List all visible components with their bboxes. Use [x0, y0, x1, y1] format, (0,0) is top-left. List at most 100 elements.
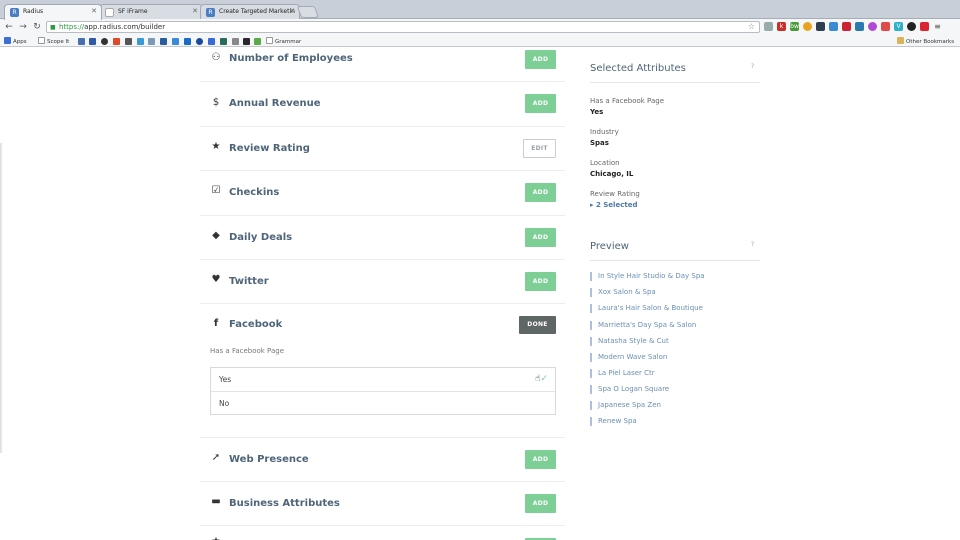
bookmark-icon[interactable] [160, 38, 167, 45]
add-web-presence-button[interactable]: ADD [525, 450, 556, 469]
attribute-row-review-rating: ★ Review Rating EDIT [200, 127, 565, 171]
url-scheme: https:// [59, 23, 85, 31]
tab-radius[interactable]: R Radius ✕ [4, 4, 102, 20]
menu-icon[interactable]: ≡ [933, 22, 942, 31]
bookmark-other-bookmarks[interactable]: Other Bookmarks [897, 37, 954, 46]
preview-item[interactable]: Modern Wave Salon [590, 353, 667, 362]
bw-extension-icon[interactable]: bw [790, 22, 799, 31]
review-rating-expand-link[interactable]: ▸ 2 Selected [590, 201, 640, 209]
red-extension-icon[interactable] [920, 22, 929, 31]
bookmark-icon[interactable] [89, 38, 96, 45]
bookmark-icon[interactable] [113, 38, 120, 45]
preview-item[interactable]: Xox Salon & Spa [590, 288, 656, 297]
preview-item[interactable]: Natasha Style & Cut [590, 337, 669, 346]
bookmark-icon[interactable] [137, 38, 144, 45]
help-icon[interactable]: ? [751, 63, 754, 70]
bookmark-icon[interactable] [184, 38, 191, 45]
tag-extension-icon[interactable] [842, 22, 851, 31]
preview-item[interactable]: Japanese Spa Zen [590, 401, 661, 410]
add-daily-deals-button[interactable]: ADD [525, 228, 556, 247]
flag-extension-icon[interactable] [881, 22, 890, 31]
bookmark-icon[interactable] [125, 38, 132, 45]
option-yes[interactable]: Yes ✓ [211, 368, 555, 391]
browser-toolbar: ← → ↻ ■ https://app.radius.com/builder ☆… [0, 19, 960, 35]
attribute-label: Number of Employees [229, 53, 353, 64]
bookmark-grammar[interactable]: Grammar [266, 37, 301, 46]
bookmark-icon[interactable] [208, 38, 215, 45]
k-extension-icon[interactable]: k [777, 22, 786, 31]
forward-arrow-icon[interactable]: → [17, 21, 29, 33]
preview-panel: Preview ? In Style Hair Studio & Day Spa… [590, 241, 760, 441]
address-bar[interactable]: ■ https://app.radius.com/builder ☆ [46, 21, 760, 33]
pin-extension-icon[interactable] [764, 22, 773, 31]
cursor-icon: ➚ [211, 452, 221, 463]
profile-extension-icon[interactable] [907, 22, 916, 31]
preview-item[interactable]: Spa O Logan Square [590, 385, 669, 394]
facebook-sub-label: Has a Facebook Page [210, 347, 285, 355]
circle-extension-icon[interactable] [803, 22, 812, 31]
new-tab-button[interactable] [296, 6, 320, 18]
selected-attributes-panel: Selected Attributes ? Has a Facebook Pag… [590, 63, 760, 213]
bookmark-icon[interactable] [220, 38, 227, 45]
attribute-label: Review Rating [229, 143, 310, 154]
layers-extension-icon[interactable] [816, 22, 825, 31]
bookmark-icon[interactable] [172, 38, 179, 45]
bookmark-icon[interactable] [232, 38, 239, 45]
github-icon[interactable] [101, 38, 108, 45]
edit-review-rating-button[interactable]: EDIT [523, 139, 556, 158]
tab-title: Radius [23, 8, 44, 15]
help-icon[interactable]: ? [751, 241, 754, 248]
bookmark-star-icon[interactable]: ☆ [748, 22, 755, 32]
preview-title: Preview ? [590, 241, 760, 261]
checkbox-icon: ☑ [211, 185, 221, 196]
v-extension-icon[interactable]: V [894, 22, 903, 31]
bookmark-icon[interactable] [254, 38, 261, 45]
bookmark-icon[interactable] [78, 38, 85, 45]
bookmark-apps[interactable]: Apps [4, 37, 27, 46]
bookmark-scope-it[interactable]: Scope It [38, 37, 69, 46]
preview-item[interactable]: In Style Hair Studio & Day Spa [590, 272, 705, 281]
globe-extension-icon[interactable] [855, 22, 864, 31]
attribute-row-number-of-employees: ⚇ Number of Employees ADD [200, 48, 565, 82]
tab-sf-iframe[interactable]: SF iFrame ✕ [99, 4, 203, 20]
attribute-label: Facebook [229, 319, 283, 330]
back-arrow-icon[interactable]: ← [3, 21, 15, 33]
attribute-row-checkins: ☑ Checkins ADD [200, 171, 565, 216]
add-checkins-button[interactable]: ADD [525, 183, 556, 202]
attribute-label: Twitter [229, 276, 269, 287]
attribute-row-facebook: f Facebook DONE Has a Facebook Page Yes … [200, 304, 565, 438]
attribute-label: Business Attributes [229, 498, 340, 509]
tab-title: Create Targeted Marketin [219, 8, 295, 15]
add-twitter-button[interactable]: ADD [525, 272, 556, 291]
reload-icon[interactable]: ↻ [31, 21, 43, 33]
mouse-pointer-icon: ☝ [535, 374, 541, 384]
done-facebook-button[interactable]: DONE [519, 316, 556, 334]
preview-item[interactable]: Marrietta's Day Spa & Salon [590, 321, 696, 330]
preview-item[interactable]: Laura's Hair Salon & Boutique [590, 304, 703, 313]
radius-favicon-icon: R [10, 8, 19, 17]
attribute-row-partial: ★ [200, 526, 565, 540]
bookmark-icon[interactable] [148, 38, 155, 45]
tab-create-targeted-marketing[interactable]: R Create Targeted Marketin ✕ [200, 4, 300, 20]
option-label: Yes [219, 375, 232, 384]
bookmark-icon[interactable] [243, 38, 250, 45]
preview-item[interactable]: Renew Spa [590, 417, 637, 426]
close-icon[interactable]: ✕ [91, 7, 97, 15]
lock-icon: ■ [50, 24, 56, 31]
square-extension-icon[interactable] [829, 22, 838, 31]
close-icon[interactable]: ✕ [192, 7, 198, 15]
bookmark-icon[interactable] [196, 38, 203, 45]
side-panel-edge [0, 143, 3, 453]
page-icon [38, 37, 45, 44]
url-host: app.radius.com/builder [84, 23, 166, 31]
option-no[interactable]: No [211, 391, 555, 414]
close-icon[interactable]: ✕ [289, 7, 295, 15]
folder-icon [897, 37, 904, 44]
o-extension-icon[interactable] [868, 22, 877, 31]
add-business-attributes-button[interactable]: ADD [525, 494, 556, 513]
attribute-row-twitter: ♥ Twitter ADD [200, 260, 565, 304]
add-number-of-employees-button[interactable]: ADD [525, 50, 556, 69]
apps-grid-icon [4, 37, 11, 44]
preview-item[interactable]: La Piel Laser Ctr [590, 369, 655, 378]
add-annual-revenue-button[interactable]: ADD [525, 94, 556, 113]
